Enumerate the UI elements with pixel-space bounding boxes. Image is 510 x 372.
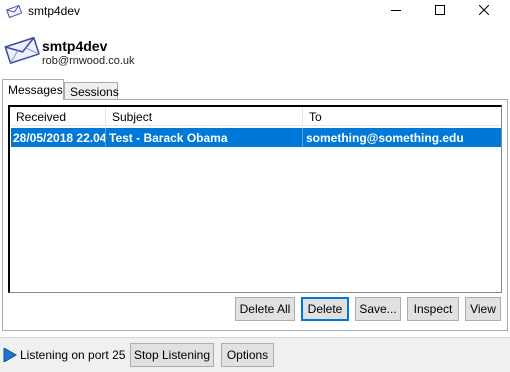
- close-button[interactable]: [462, 0, 506, 22]
- delete-button[interactable]: Delete: [301, 297, 349, 321]
- envelope-icon: [6, 3, 23, 19]
- maximize-icon: [435, 4, 445, 18]
- envelope-icon: [4, 36, 40, 65]
- list-header: Received Subject To: [10, 107, 501, 126]
- delete-all-button[interactable]: Delete All: [235, 297, 295, 321]
- stop-listening-button[interactable]: Stop Listening: [130, 343, 214, 367]
- maximize-button[interactable]: [418, 0, 462, 22]
- save-button[interactable]: Save...: [355, 297, 401, 321]
- app-header: smtp4dev rob@rnwood.co.uk: [0, 30, 510, 74]
- tab-strip: Messages Sessions: [2, 79, 508, 100]
- received-cell: 28/05/2018 22.04: [11, 128, 106, 147]
- messages-panel: Received Subject To 28/05/2018 22.04 Tes…: [2, 99, 508, 331]
- play-icon: [3, 347, 17, 363]
- tab-messages[interactable]: Messages: [2, 79, 64, 100]
- status-text: Listening on port 25: [20, 348, 126, 362]
- messages-list[interactable]: Received Subject To 28/05/2018 22.04 Tes…: [8, 105, 502, 293]
- title-bar: smtp4dev: [0, 0, 510, 22]
- author-email: rob@rnwood.co.uk: [42, 55, 135, 67]
- column-received[interactable]: Received: [10, 107, 106, 126]
- minimize-icon: [391, 4, 401, 18]
- app-name: smtp4dev: [42, 38, 108, 54]
- window-title: smtp4dev: [28, 4, 81, 18]
- inspect-button[interactable]: Inspect: [407, 297, 459, 321]
- subject-cell: Test - Barack Obama: [106, 128, 303, 147]
- options-button[interactable]: Options: [221, 343, 274, 367]
- view-button[interactable]: View: [465, 297, 501, 321]
- to-cell: something@something.edu: [306, 131, 464, 145]
- column-subject[interactable]: Subject: [106, 107, 303, 126]
- minimize-button[interactable]: [374, 0, 418, 22]
- close-icon: [478, 4, 490, 18]
- table-row[interactable]: 28/05/2018 22.04 Test - Barack Obama som…: [11, 128, 501, 147]
- column-to[interactable]: To: [303, 107, 501, 126]
- status-bar: Listening on port 25 Stop Listening Opti…: [0, 337, 510, 372]
- tab-sessions[interactable]: Sessions: [64, 82, 119, 100]
